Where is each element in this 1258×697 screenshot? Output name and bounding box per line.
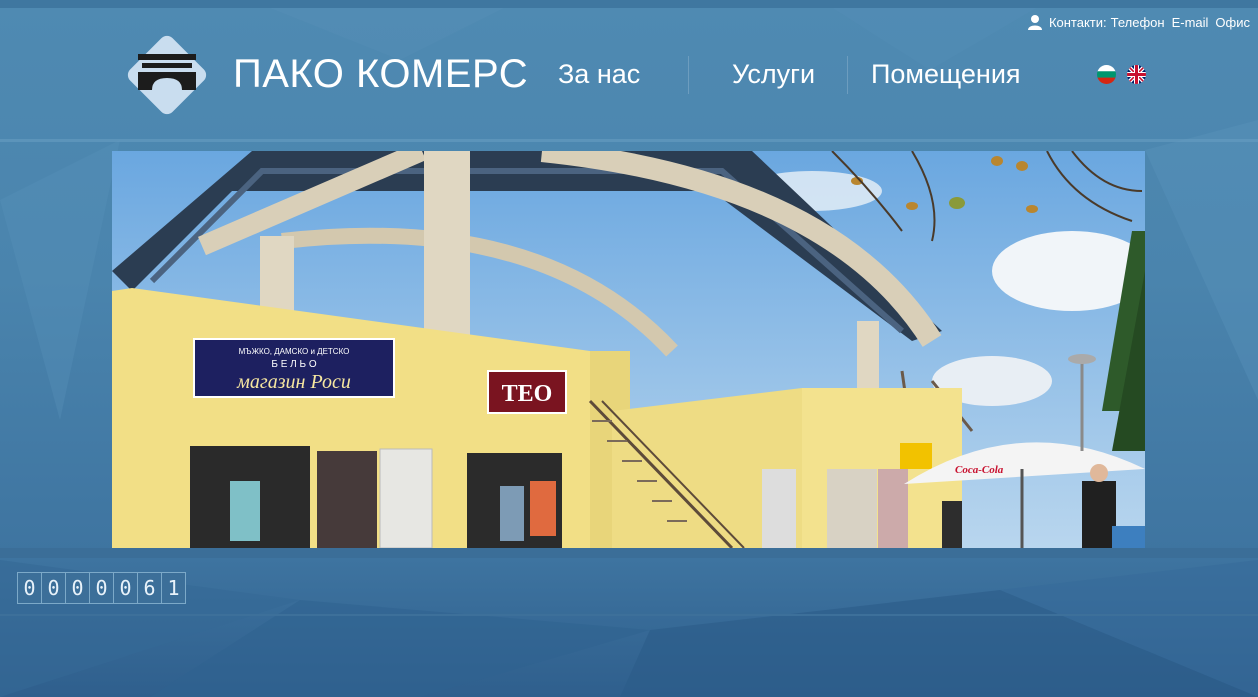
sign-mid-text: Б Е Л Ь О bbox=[271, 359, 316, 370]
counter-digit: 1 bbox=[162, 573, 185, 603]
counter-digit: 0 bbox=[18, 573, 42, 603]
company-logo[interactable] bbox=[124, 32, 210, 118]
counter-digit: 0 bbox=[66, 573, 90, 603]
visitor-counter: 0 0 0 0 0 6 1 bbox=[17, 572, 186, 604]
counter-digit: 0 bbox=[90, 573, 114, 603]
counter-digit: 0 bbox=[114, 573, 138, 603]
contacts-bar: Контакти: Телефон E-mail Офис bbox=[1027, 14, 1250, 30]
contacts-label: Контакти: bbox=[1048, 14, 1107, 30]
nav-premises[interactable]: Помещения bbox=[871, 59, 1021, 90]
bulgarian-flag-icon[interactable] bbox=[1097, 65, 1116, 84]
nav-separator bbox=[847, 56, 848, 94]
contact-email-link[interactable]: E-mail bbox=[1172, 15, 1209, 30]
header-divider bbox=[0, 139, 1258, 142]
sign-top-text: МЪЖКО, ДАМСКО и ДЕТСКО bbox=[239, 347, 350, 356]
contact-phone-link[interactable]: Телефон bbox=[1111, 15, 1165, 30]
banner-photo: МЪЖКО, ДАМСКО и ДЕТСКО Б Е Л Ь О магазин… bbox=[112, 151, 1145, 548]
sign-main-text: магазин Роси bbox=[236, 371, 351, 393]
nav-separator bbox=[688, 56, 689, 94]
footer-line bbox=[0, 614, 1258, 616]
nav-about[interactable]: За нас bbox=[558, 59, 640, 90]
contact-office-link[interactable]: Офис bbox=[1215, 15, 1250, 30]
coca-cola-text: Coca-Cola bbox=[955, 464, 1004, 476]
brand-name[interactable]: ПАКО КОМЕРС bbox=[233, 52, 528, 97]
counter-digit: 0 bbox=[42, 573, 66, 603]
nav-services[interactable]: Услуги bbox=[732, 59, 815, 90]
counter-digit: 6 bbox=[138, 573, 162, 603]
uk-flag-icon[interactable] bbox=[1127, 65, 1146, 84]
top-strip bbox=[0, 0, 1258, 8]
user-icon bbox=[1027, 15, 1042, 30]
sign-teo-text: ТЕО bbox=[502, 381, 553, 407]
footer-band bbox=[0, 548, 1258, 558]
